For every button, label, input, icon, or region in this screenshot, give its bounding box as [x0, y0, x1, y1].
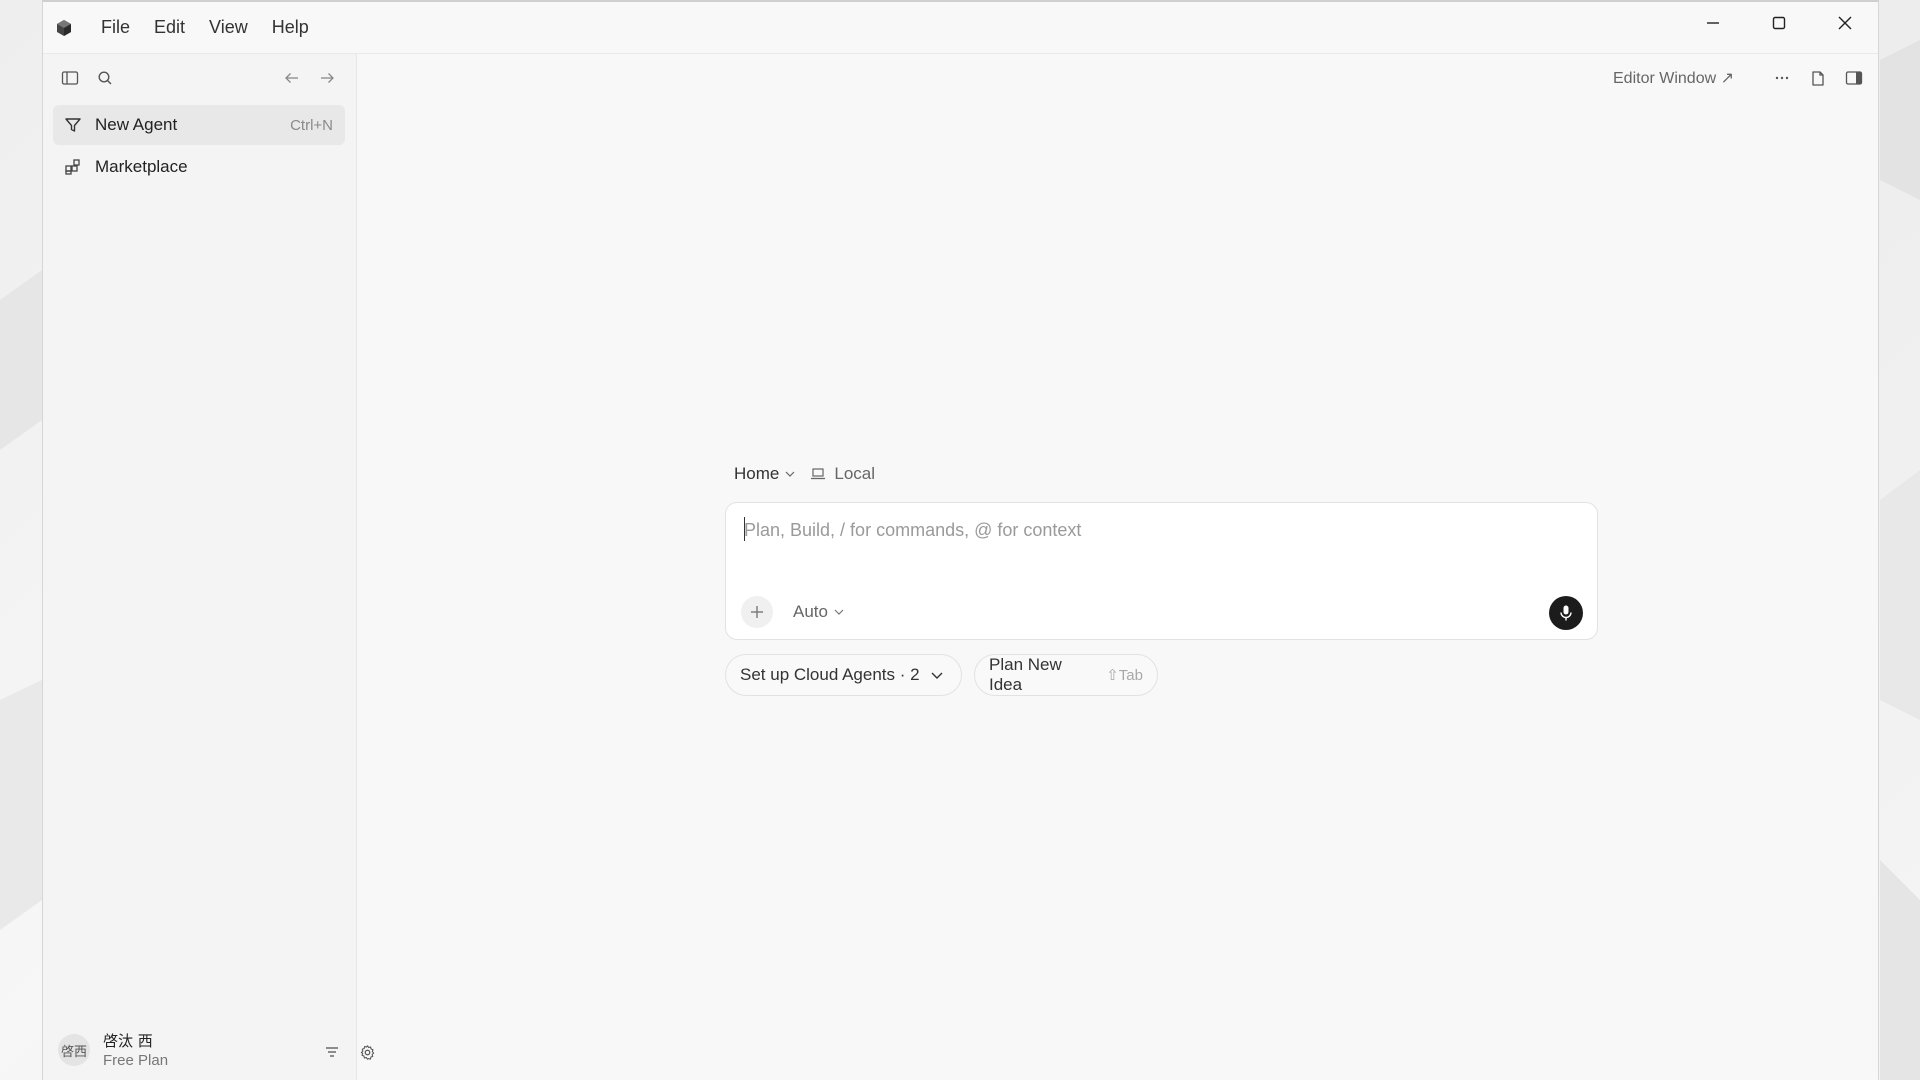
cloud-agents-chip[interactable]: Set up Cloud Agents · 2 — [725, 654, 962, 696]
gear-icon[interactable] — [357, 1042, 377, 1062]
sidebar-toolbar — [43, 54, 356, 102]
more-options-icon[interactable] — [1772, 68, 1792, 88]
chevron-down-icon — [785, 471, 795, 477]
menu-edit[interactable]: Edit — [142, 2, 197, 53]
chip-label: Set up Cloud Agents · 2 — [740, 665, 920, 684]
menu-file[interactable]: File — [89, 2, 142, 53]
laptop-icon — [811, 468, 826, 480]
filter-icon[interactable] — [322, 1042, 342, 1062]
microphone-icon — [1560, 605, 1572, 621]
sidebar-item-new-agent[interactable]: New Agent Ctrl+N — [53, 105, 345, 145]
environment-selector[interactable]: Local — [810, 464, 875, 484]
prompt-input[interactable] — [742, 515, 1566, 545]
composer-box: Auto — [725, 502, 1598, 640]
main-toolbar: Editor Window ↗ — [1613, 66, 1864, 90]
plus-icon — [751, 606, 763, 618]
sidebar-item-marketplace[interactable]: Marketplace — [53, 147, 345, 187]
window-controls — [1680, 2, 1878, 44]
search-icon[interactable] — [95, 68, 115, 88]
avatar[interactable]: 啓西 — [58, 1034, 90, 1066]
microphone-button[interactable] — [1549, 596, 1583, 630]
app-window: File Edit View Help New Agent Ctrl+N Mar… — [42, 0, 1879, 1080]
toggle-sidebar-icon[interactable] — [60, 68, 80, 88]
grid-add-icon — [63, 157, 83, 177]
toggle-right-panel-icon[interactable] — [1844, 68, 1864, 88]
back-arrow-icon[interactable] — [282, 68, 302, 88]
sidebar: New Agent Ctrl+N Marketplace 啓西 啓汰 西 Fre… — [43, 54, 374, 1080]
document-icon[interactable] — [1808, 68, 1828, 88]
location-selector[interactable]: Home — [734, 464, 796, 484]
composer-header: Home Local — [734, 462, 875, 486]
app-logo-icon — [55, 19, 73, 37]
environment-label: Local — [834, 464, 875, 483]
mode-label: Auto — [793, 602, 828, 621]
sidebar-item-label: Marketplace — [95, 157, 188, 176]
chevron-down-icon — [834, 609, 844, 615]
shortcut-hint: Ctrl+N — [290, 116, 333, 134]
chip-label: Plan New Idea — [989, 655, 1062, 694]
minimize-icon — [1707, 22, 1719, 24]
maximize-button[interactable] — [1746, 2, 1812, 44]
maximize-icon — [1772, 16, 1786, 30]
mode-selector[interactable]: Auto — [793, 602, 845, 622]
menu-help[interactable]: Help — [260, 2, 321, 53]
close-button[interactable] — [1812, 2, 1878, 44]
editor-window-button[interactable]: Editor Window ↗ — [1613, 68, 1734, 88]
add-context-button[interactable] — [741, 596, 773, 628]
user-plan: Free Plan — [103, 1052, 169, 1069]
sidebar-item-label: New Agent — [95, 115, 178, 134]
title-bar: File Edit View Help — [43, 2, 1878, 54]
menu-view[interactable]: View — [197, 2, 260, 53]
close-icon — [1838, 16, 1852, 30]
user-profile[interactable]: 啓西 啓汰 西 Free Plan — [43, 1020, 374, 1080]
plan-new-idea-chip[interactable]: Plan New Idea ⇧Tab — [974, 654, 1158, 696]
user-name: 啓汰 西 — [103, 1032, 153, 1050]
minimize-button[interactable] — [1680, 2, 1746, 44]
chevron-down-icon — [931, 672, 943, 679]
location-label: Home — [734, 464, 780, 483]
shortcut-hint: ⇧Tab — [1106, 667, 1143, 684]
funnel-icon — [63, 115, 83, 135]
forward-arrow-icon[interactable] — [317, 68, 337, 88]
